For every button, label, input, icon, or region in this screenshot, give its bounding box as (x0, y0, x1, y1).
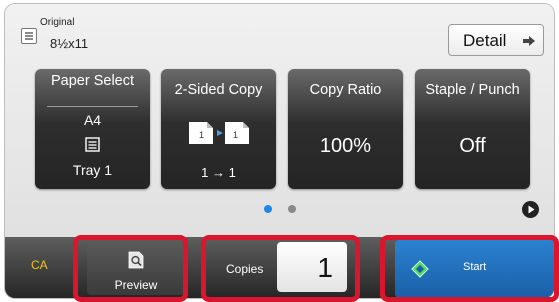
copies-input[interactable]: 1 (277, 242, 347, 292)
tile-2-sided-copy[interactable]: 2-Sided Copy 1 1 1 → 1 (161, 69, 276, 189)
duplex-mode-value: 1 → 1 (201, 165, 236, 180)
svg-text:1: 1 (233, 130, 238, 140)
tile-paper-select[interactable]: Paper Select A4 Tray 1 (35, 69, 150, 189)
detail-button-label: Detail (463, 31, 507, 50)
copies-label: Copies (226, 262, 264, 276)
tray-value: Tray 1 (72, 162, 113, 178)
tile-title: 2-Sided Copy (174, 82, 263, 98)
duplex-icon: 1 1 (187, 120, 251, 151)
document-icon (21, 28, 37, 44)
diamond-start-icon (411, 260, 429, 283)
paper-size-value: A4 (83, 112, 102, 128)
staple-punch-value: Off (459, 135, 486, 157)
copy-ratio-value: 100% (319, 135, 372, 157)
original-size-indicator: Original 8½x11 (17, 14, 147, 58)
start-button[interactable]: Start (395, 240, 554, 298)
clear-all-label: CA (31, 258, 48, 272)
page-dot[interactable] (288, 205, 296, 213)
tile-copy-ratio[interactable]: Copy Ratio 100% (288, 69, 403, 189)
next-page-button[interactable] (522, 201, 539, 218)
original-size-value: 8½x11 (50, 36, 89, 51)
preview-button[interactable]: Preview (87, 243, 185, 295)
tile-title: Copy Ratio (309, 82, 382, 98)
tile-staple-punch[interactable]: Staple / Punch Off (415, 69, 530, 189)
tile-title: Paper Select (50, 73, 135, 89)
detail-button[interactable]: Detail (448, 24, 544, 56)
svg-text:1: 1 (199, 130, 204, 140)
preview-label: Preview (114, 278, 158, 292)
tile-title: Staple / Punch (425, 82, 520, 98)
magnifier-document-icon (128, 251, 144, 274)
original-label: Original (40, 17, 75, 28)
copies-value: 1 (317, 252, 333, 283)
arrow-right-icon (523, 34, 535, 52)
clear-all-button[interactable]: CA (5, 240, 83, 298)
copy-mode-panel: Original 8½x11 Detail Paper Select A4 Tr… (5, 4, 554, 298)
divider (47, 106, 138, 107)
play-icon (528, 205, 535, 214)
paper-tray-icon (85, 137, 100, 157)
start-label: Start (463, 261, 487, 273)
page-dot-active[interactable] (264, 205, 272, 213)
